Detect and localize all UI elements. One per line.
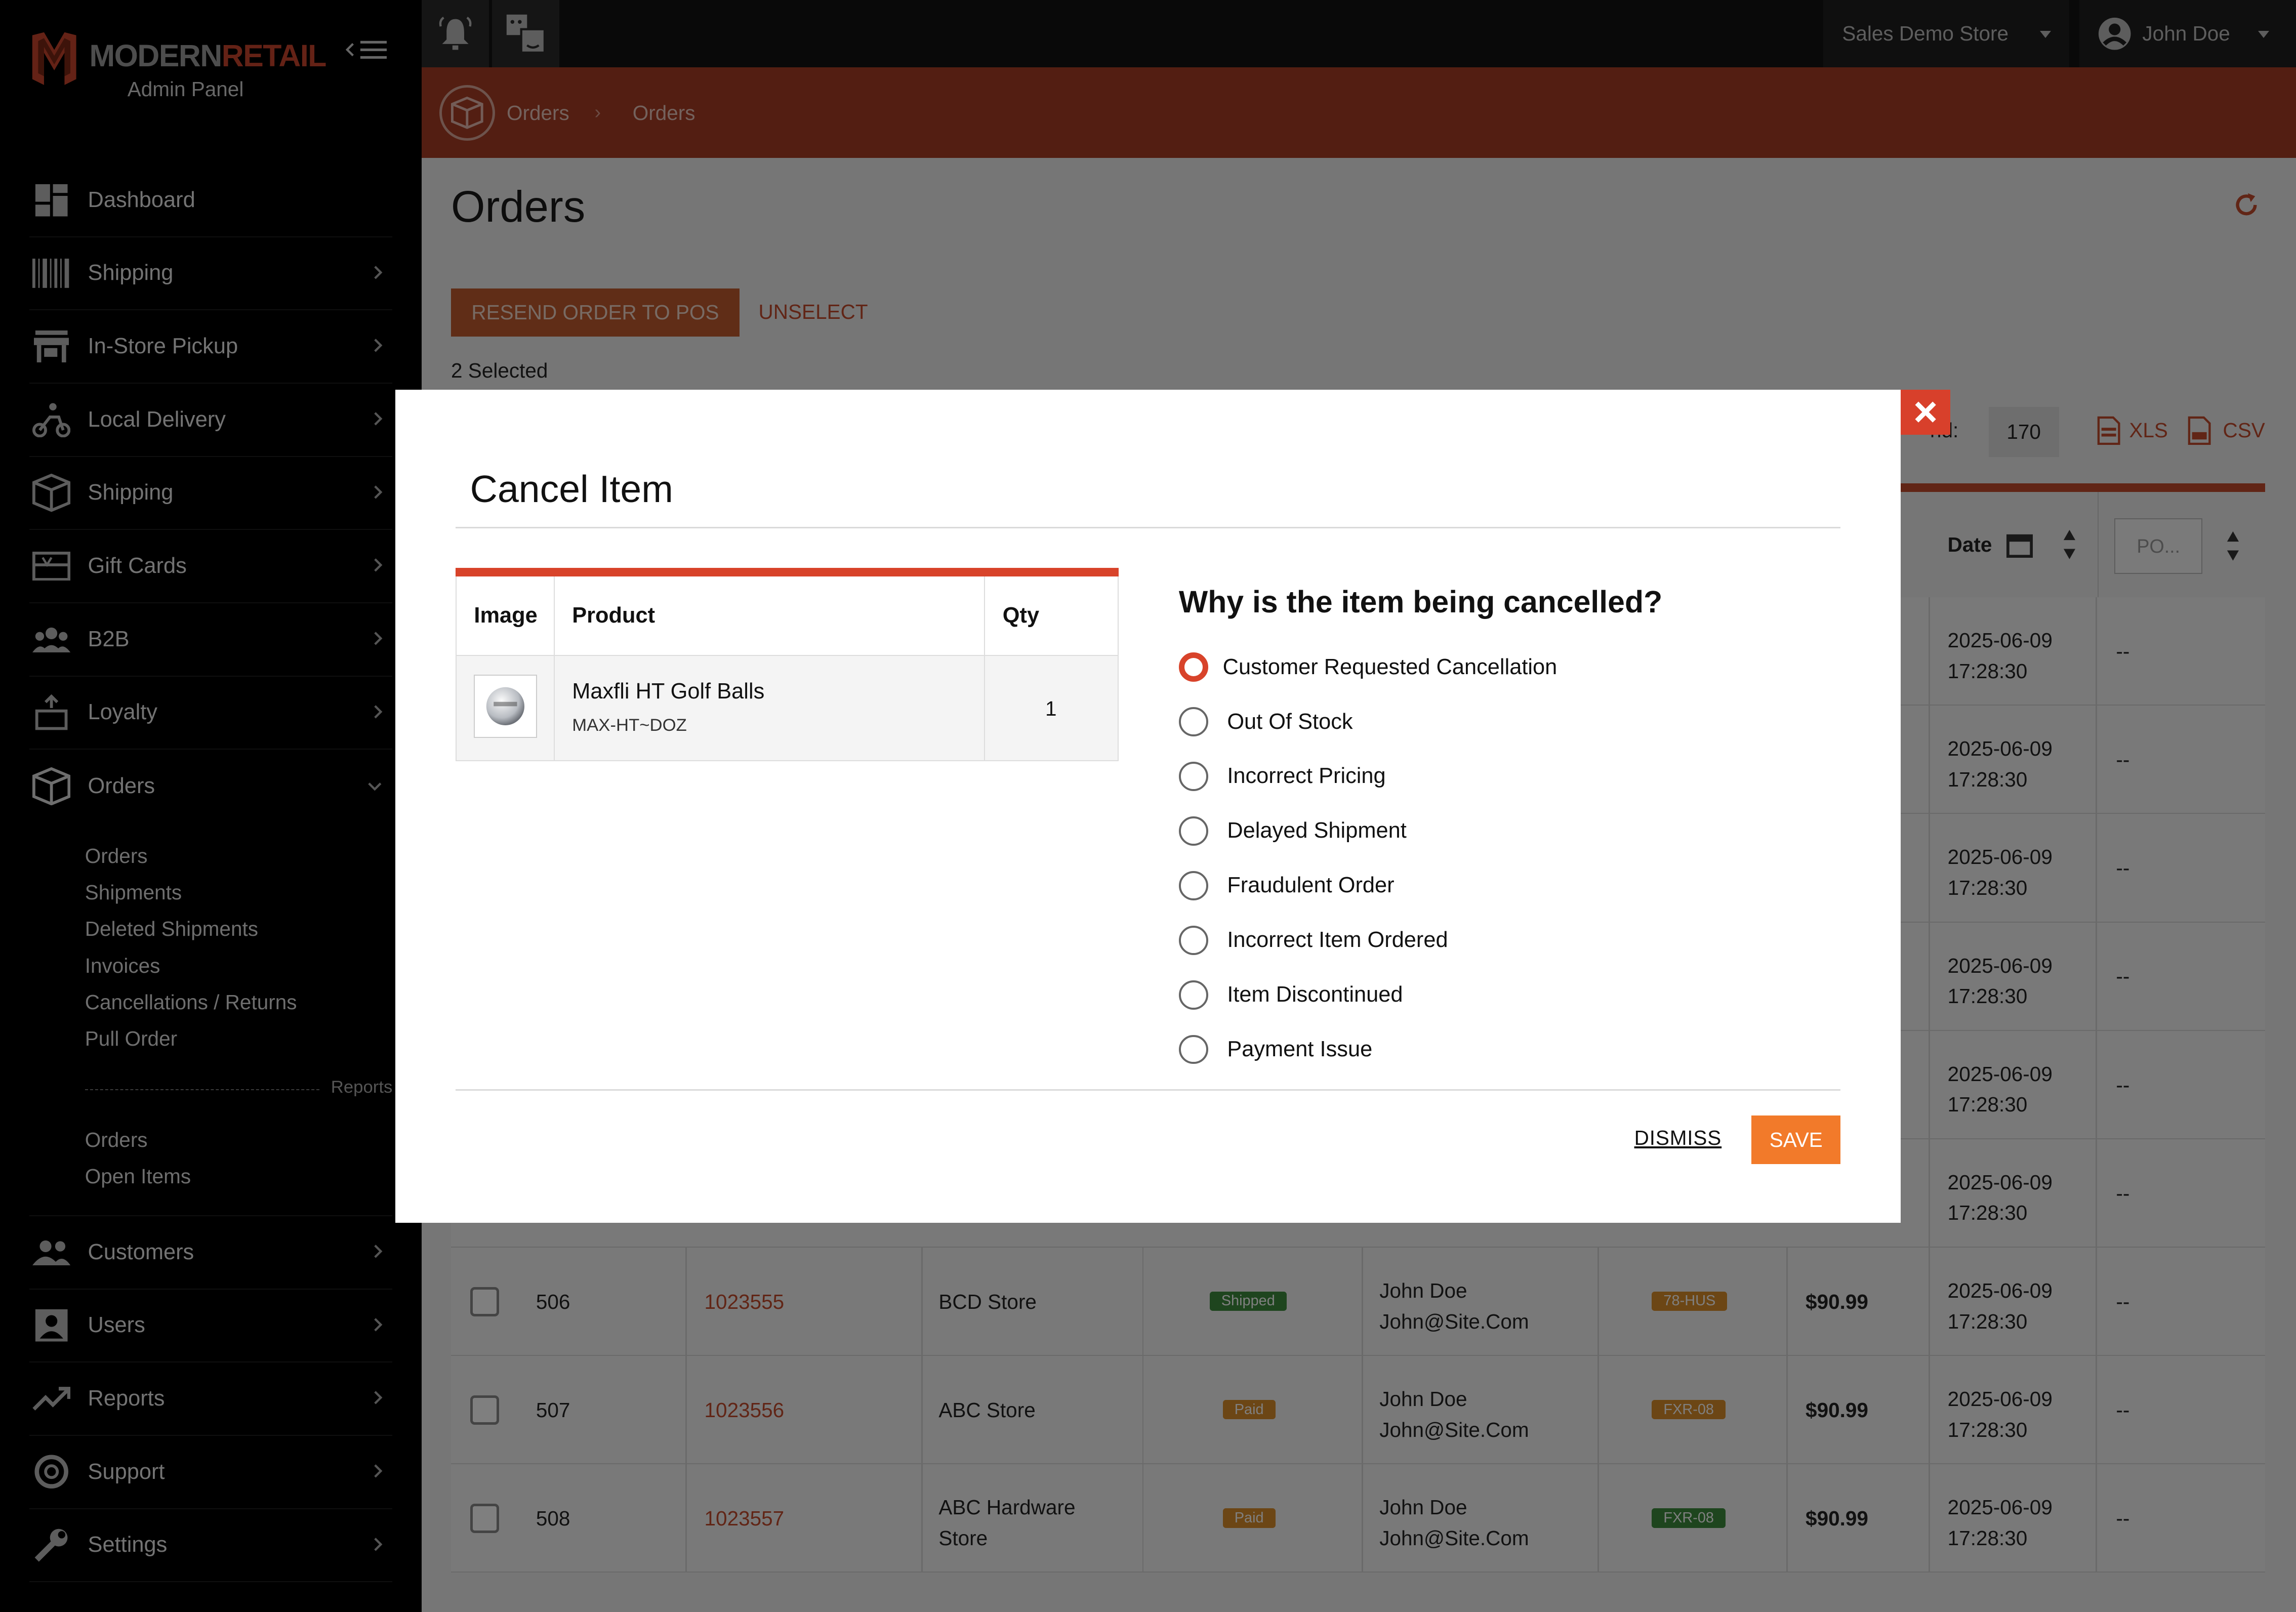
radio[interactable] (1178, 762, 1208, 791)
radio-selected[interactable] (1178, 652, 1208, 682)
radio[interactable] (1178, 980, 1208, 1010)
product-qty: 1 (1045, 696, 1057, 720)
reason-option-customer-requested[interactable]: Customer Requested Cancellation (1178, 640, 1557, 694)
header-product: Product (555, 576, 986, 655)
cancel-item-dialog: Cancel Item Image Product Qty Maxfli HT … (395, 389, 1901, 1223)
radio[interactable] (1178, 925, 1208, 955)
reason-option-out-of-stock[interactable]: Out Of Stock (1178, 694, 1557, 749)
close-dialog-button[interactable] (1901, 389, 1951, 435)
item-table: Image Product Qty Maxfli HT Golf Balls M… (455, 568, 1119, 761)
radio[interactable] (1178, 707, 1208, 736)
header-image: Image (457, 576, 555, 655)
item-row: Maxfli HT Golf Balls MAX-HT~DOZ 1 (455, 655, 1119, 761)
radio[interactable] (1178, 871, 1208, 900)
reason-option-incorrect-item[interactable]: Incorrect Item Ordered (1178, 913, 1557, 968)
product-thumbnail (474, 675, 537, 738)
item-table-header: Image Product Qty (455, 576, 1119, 656)
divider (455, 527, 1841, 529)
divider (455, 1089, 1841, 1091)
save-button[interactable]: SAVE (1751, 1115, 1841, 1164)
reason-option-payment-issue[interactable]: Payment Issue (1178, 1022, 1557, 1077)
product-sku: MAX-HT~DOZ (572, 716, 687, 735)
reason-radio-group: Customer Requested Cancellation Out Of S… (1178, 640, 1557, 1077)
radio[interactable] (1178, 816, 1208, 846)
reason-option-item-discontinued[interactable]: Item Discontinued (1178, 968, 1557, 1022)
reason-option-incorrect-pricing[interactable]: Incorrect Pricing (1178, 749, 1557, 804)
dialog-title: Cancel Item (470, 467, 673, 510)
radio[interactable] (1178, 1035, 1208, 1064)
close-icon (1915, 401, 1936, 423)
header-qty: Qty (1002, 603, 1040, 628)
reason-option-delayed-shipment[interactable]: Delayed Shipment (1178, 804, 1557, 858)
dismiss-button[interactable]: DISMISS (1634, 1126, 1722, 1150)
app-root: MODERNRETAIL Admin Panel Dashboard Shipp… (0, 0, 2296, 1612)
reason-option-fraudulent-order[interactable]: Fraudulent Order (1178, 858, 1557, 913)
product-name: Maxfli HT Golf Balls (572, 679, 765, 704)
reason-question: Why is the item being cancelled? (1178, 585, 1663, 619)
golf-ball-icon (486, 687, 525, 726)
